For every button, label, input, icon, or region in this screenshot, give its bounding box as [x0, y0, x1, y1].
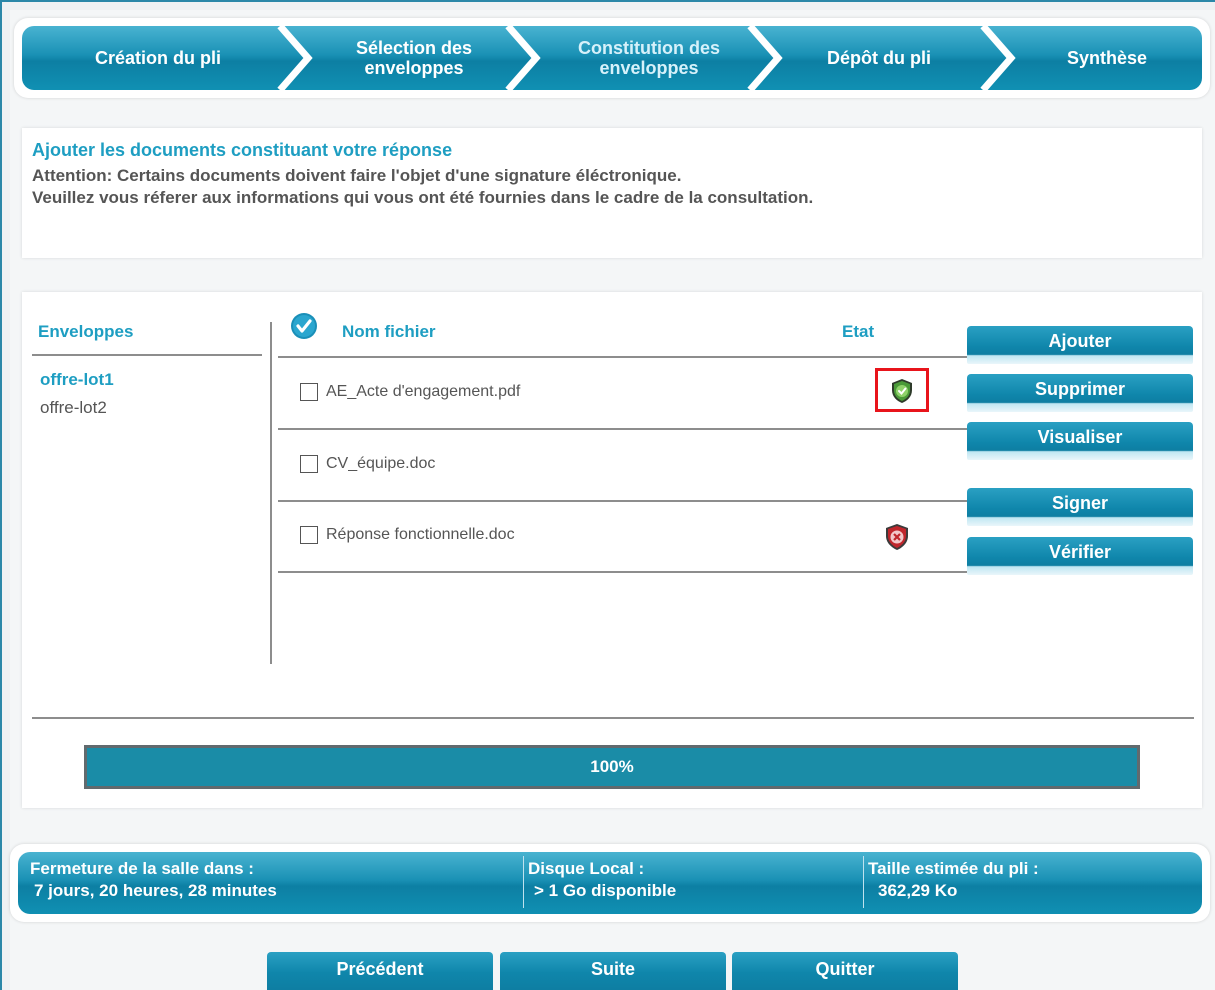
wizard-step-synthese[interactable]: Synthèse: [1012, 26, 1202, 90]
wizard-step-creation[interactable]: Création du pli: [22, 26, 294, 90]
divider: [278, 500, 968, 502]
delete-button[interactable]: Supprimer: [967, 374, 1193, 412]
file-checkbox[interactable]: [300, 526, 318, 544]
file-name: AE_Acte d'engagement.pdf: [326, 383, 521, 400]
quit-button[interactable]: Quitter: [732, 952, 958, 990]
status-panel: Fermeture de la salle dans : 7 jours, 20…: [10, 844, 1210, 922]
chevron-separator-icon: [980, 26, 1016, 90]
wizard-step-selection[interactable]: Sélection des enveloppes: [314, 26, 514, 90]
chevron-separator-icon: [505, 26, 541, 90]
file-checkbox[interactable]: [300, 383, 318, 401]
info-panel: Ajouter les documents constituant votre …: [22, 128, 1202, 258]
divider: [278, 356, 968, 358]
wizard-step-label: Constitution des enveloppes: [578, 38, 720, 78]
select-all-check-icon[interactable]: [290, 312, 318, 340]
file-name: CV_équipe.doc: [326, 455, 436, 472]
file-row: Réponse fonctionnelle.doc: [300, 526, 515, 544]
divider: [278, 428, 968, 430]
info-instructions: Veuillez vous réferer aux informations q…: [32, 188, 814, 207]
local-disk-value: > 1 Go disponible: [534, 881, 677, 900]
envelope-item-offre-lot1[interactable]: offre-lot1: [40, 370, 114, 390]
info-warning: Attention: Certains documents doivent fa…: [32, 166, 682, 185]
next-button[interactable]: Suite: [500, 952, 726, 990]
divider: [32, 354, 262, 356]
verify-button[interactable]: Vérifier: [967, 537, 1193, 575]
column-divider: [270, 322, 272, 664]
envelope-item-offre-lot2[interactable]: offre-lot2: [40, 398, 107, 418]
file-name: Réponse fonctionnelle.doc: [326, 526, 515, 543]
shield-check-icon: [892, 379, 912, 403]
wizard-step-depot[interactable]: Dépôt du pli: [774, 26, 984, 90]
file-name-header: Nom fichier: [342, 322, 436, 341]
file-state-header: Etat: [842, 322, 875, 341]
local-disk: Disque Local : > 1 Go disponible: [528, 858, 676, 902]
divider: [278, 571, 968, 573]
file-row: AE_Acte d'engagement.pdf: [300, 383, 520, 401]
shield-cross-icon: [886, 524, 908, 550]
sign-button[interactable]: Signer: [967, 488, 1193, 526]
wizard-step-label: Dépôt du pli: [827, 48, 931, 68]
closing-time-label: Fermeture de la salle dans :: [30, 859, 254, 878]
previous-button[interactable]: Précédent: [267, 952, 493, 990]
closing-time: Fermeture de la salle dans : 7 jours, 20…: [30, 858, 277, 902]
estimated-size-value: 362,29 Ko: [878, 881, 958, 900]
wizard-bar: Création du pli Sélection des enveloppes…: [22, 26, 1202, 90]
envelopes-header: Enveloppes: [38, 322, 134, 341]
divider: [32, 717, 1194, 719]
wizard: Création du pli Sélection des enveloppes…: [14, 18, 1210, 98]
closing-time-value: 7 jours, 20 heures, 28 minutes: [34, 881, 277, 900]
status-separator: [863, 856, 864, 908]
wizard-step-label: Synthèse: [1066, 48, 1148, 68]
progress-bar: 100%: [84, 745, 1140, 789]
status-bar: Fermeture de la salle dans : 7 jours, 20…: [18, 852, 1202, 914]
wizard-step-label: Sélection des enveloppes: [355, 38, 473, 78]
view-button[interactable]: Visualiser: [967, 422, 1193, 460]
estimated-size: Taille estimée du pli : 362,29 Ko: [868, 858, 1039, 902]
file-checkbox[interactable]: [300, 455, 318, 473]
file-row: CV_équipe.doc: [300, 455, 435, 473]
wizard-step-label: Création du pli: [95, 48, 221, 68]
add-button[interactable]: Ajouter: [967, 326, 1193, 364]
local-disk-label: Disque Local :: [528, 859, 645, 878]
wizard-step-constitution[interactable]: Constitution des enveloppes: [544, 26, 754, 90]
status-separator: [523, 856, 524, 908]
estimated-size-label: Taille estimée du pli :: [868, 859, 1039, 878]
progress-fill: 100%: [87, 748, 1137, 786]
info-title: Ajouter les documents constituant votre …: [32, 140, 453, 160]
chevron-separator-icon: [277, 26, 313, 90]
